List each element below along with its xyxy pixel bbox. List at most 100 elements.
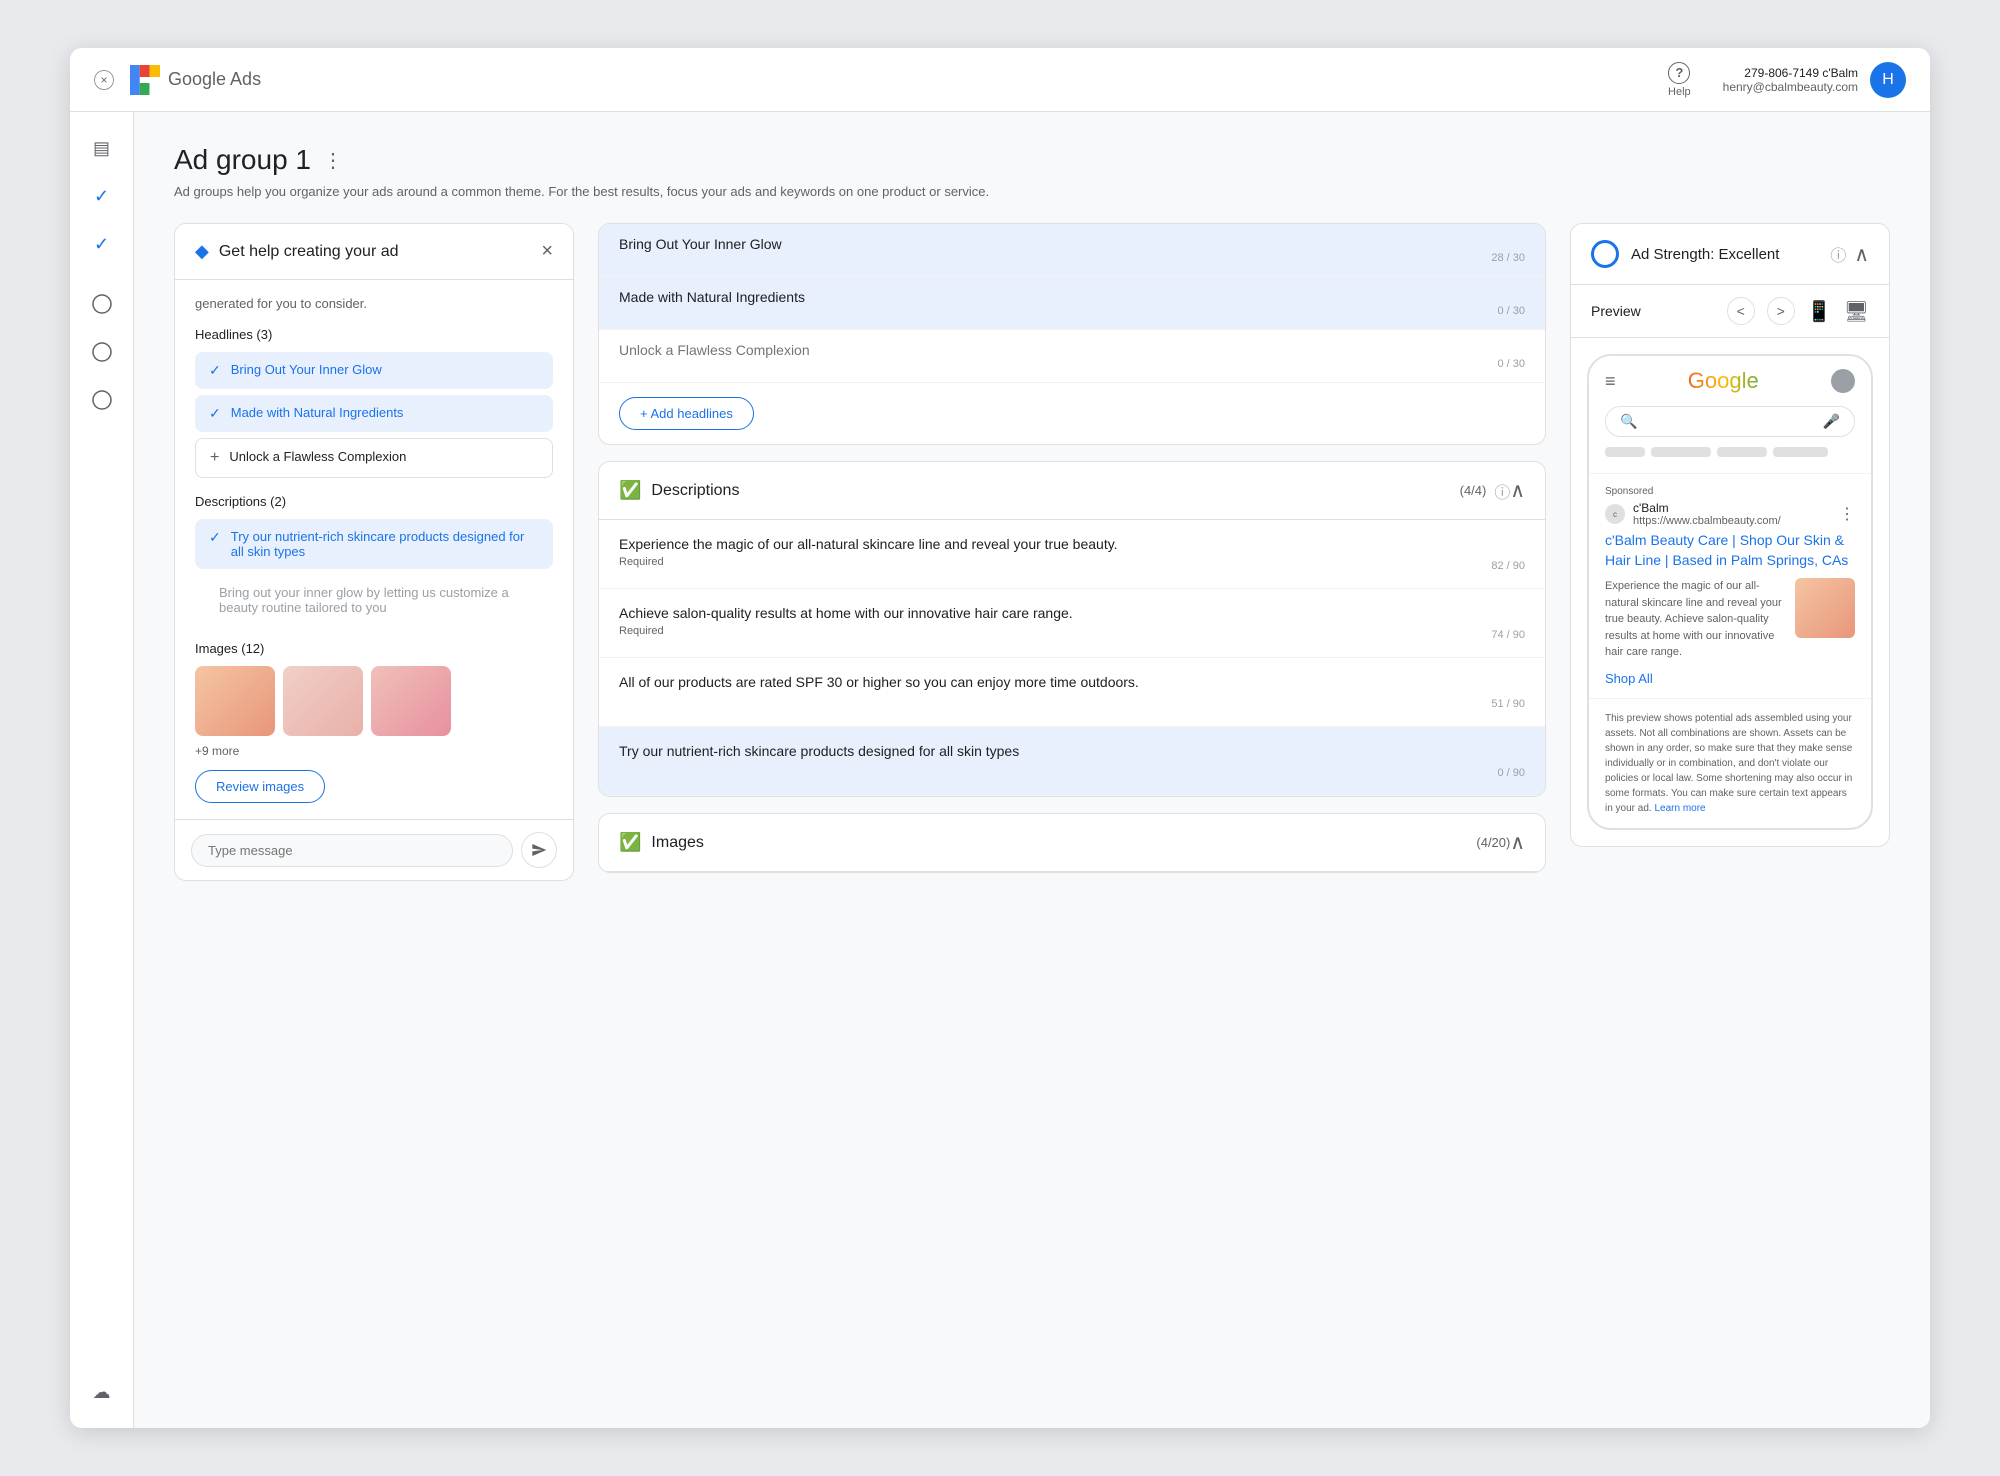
mobile-device-icon[interactable]: 📱 [1807, 299, 1832, 324]
images-badge: (4/20) [1476, 835, 1510, 850]
images-label: Images (12) [195, 641, 553, 656]
sidebar-icon-circle2[interactable] [82, 332, 122, 372]
prev-nav-button[interactable]: < [1727, 297, 1755, 325]
sidebar-icon-image[interactable]: ▤ [82, 128, 122, 168]
descriptions-header[interactable]: ✅ Descriptions (4/4) ⓘ ∧ [599, 462, 1545, 520]
headline-item-2[interactable]: ✓ Made with Natural Ingredients [195, 395, 553, 432]
images-chevron[interactable]: ∧ [1510, 830, 1525, 855]
headline-input-1[interactable] [619, 236, 1525, 252]
desc-field-3: 51 / 90 [599, 658, 1545, 727]
help-button[interactable]: ? Help [1668, 62, 1691, 98]
content-area: Ad group 1 ⋮ Ad groups help you organize… [134, 112, 1930, 1428]
headline-text-1: Bring Out Your Inner Glow [231, 362, 382, 377]
ai-panel-close[interactable]: × [541, 240, 553, 263]
preview-label: Preview [1591, 303, 1715, 319]
desc-check-1: ✓ [209, 529, 221, 546]
headline-count-3: 0 / 30 [619, 358, 1525, 370]
desc-item-1[interactable]: ✓ Try our nutrient-rich skincare product… [195, 519, 553, 569]
descriptions-card: ✅ Descriptions (4/4) ⓘ ∧ Required 82 / 9… [598, 461, 1546, 797]
bar-2 [1651, 447, 1711, 457]
desc-count-1: 82 / 90 [1491, 560, 1525, 572]
app-logo: Google Ads [130, 65, 261, 95]
descriptions-section: Descriptions (2) ✓ Try our nutrient-rich… [195, 494, 553, 625]
ad-more-icon[interactable]: ⋮ [1839, 504, 1855, 524]
next-nav-button[interactable]: > [1767, 297, 1795, 325]
sidebar-icon-circle1[interactable] [82, 284, 122, 324]
shop-all-link[interactable]: Shop All [1605, 671, 1855, 686]
strength-help-icon[interactable]: ⓘ [1830, 242, 1846, 266]
image-thumb-2 [283, 666, 363, 736]
sidebar-icon-cloud[interactable]: ☁ [82, 1372, 122, 1412]
descriptions-chevron[interactable]: ∧ [1510, 478, 1525, 503]
image-thumb-1 [195, 666, 275, 736]
desc-item-2[interactable]: Bring out your inner glow by letting us … [195, 575, 553, 625]
descriptions-check-icon: ✅ [619, 480, 641, 501]
descriptions-section-label: Descriptions (2) [195, 494, 553, 509]
brand-logo: c [1605, 504, 1625, 524]
images-card: ✅ Images (4/20) ∧ [598, 813, 1546, 873]
headline-input-2[interactable] [619, 289, 1525, 305]
desktop-device-icon[interactable]: 🖥 [1844, 299, 1869, 324]
descriptions-badge: (4/4) [1460, 483, 1487, 498]
middle-panel: 28 / 30 0 / 30 0 / 30 + Add headlines [598, 223, 1546, 889]
desc-input-2[interactable] [619, 605, 1525, 621]
send-button[interactable] [521, 832, 557, 868]
sidebar: ▤ ✓ ✓ ☁ [70, 112, 134, 1428]
main-layout: ▤ ✓ ✓ ☁ Ad group 1 ⋮ Ad groups help you … [70, 112, 1930, 1428]
headline-field-1: 28 / 30 [599, 224, 1545, 277]
learn-more-link[interactable]: Learn more [1654, 803, 1705, 814]
headlines-section-label: Headlines (3) [195, 327, 553, 342]
preview-controls: Preview < > 📱 🖥 [1571, 285, 1889, 338]
desc-input-1[interactable] [619, 536, 1525, 552]
sidebar-icon-circle3[interactable] [82, 380, 122, 420]
headline-input-3[interactable] [619, 342, 1525, 358]
phone-mockup: ≡ Google 🔍 🎤 [1587, 354, 1873, 830]
bar-4 [1773, 447, 1828, 457]
ai-panel-body: generated for you to consider. Headlines… [175, 280, 573, 819]
ad-strength-label: Ad Strength: Excellent [1631, 246, 1830, 263]
mic-icon: 🎤 [1823, 413, 1840, 430]
desc-tag-2: Required [619, 625, 664, 641]
ad-card: Sponsored c c'Balm https://www.cbalmbeau… [1589, 474, 1871, 698]
ai-panel-header: ◆ Get help creating your ad × [175, 224, 573, 280]
sidebar-icon-check1[interactable]: ✓ [82, 176, 122, 216]
headline-text-2: Made with Natural Ingredients [231, 405, 404, 420]
two-col-layout: ◆ Get help creating your ad × generated … [174, 223, 1890, 889]
desc-input-4[interactable] [619, 743, 1525, 759]
brand-info: c'Balm https://www.cbalmbeauty.com/ [1633, 501, 1781, 527]
strength-collapse-icon[interactable]: ∧ [1854, 242, 1869, 267]
brand-url: https://www.cbalmbeauty.com/ [1633, 515, 1781, 527]
headline-count-1: 28 / 30 [619, 252, 1525, 264]
account-info: 279-806-7149 c'Balm henry@cbalmbeauty.co… [1723, 66, 1858, 94]
bar-1 [1605, 447, 1645, 457]
review-images-button[interactable]: Review images [195, 770, 325, 803]
sidebar-icon-check2[interactable]: ✓ [82, 224, 122, 264]
more-images-text: +9 more [195, 744, 553, 758]
placeholder-bars [1605, 447, 1855, 457]
descriptions-help-icon[interactable]: ⓘ [1494, 479, 1510, 503]
preview-card: Ad Strength: Excellent ⓘ ∧ Preview < > 📱… [1570, 223, 1890, 847]
headline-item-3[interactable]: + Unlock a Flawless Complexion [195, 438, 553, 478]
desc-count-3: 51 / 90 [1491, 698, 1525, 710]
images-header[interactable]: ✅ Images (4/20) ∧ [599, 814, 1545, 872]
desc-tag-1: Required [619, 556, 664, 572]
images-title: Images [651, 834, 1470, 852]
desc-text-2: Bring out your inner glow by letting us … [219, 585, 539, 615]
page-subtitle: Ad groups help you organize your ads aro… [174, 184, 1890, 199]
google-logo: Google [1624, 368, 1823, 394]
desc-field-2: Required 74 / 90 [599, 589, 1545, 658]
account-avatar[interactable]: H [1870, 62, 1906, 98]
ad-title: c'Balm Beauty Care | Shop Our Skin & Hai… [1605, 531, 1855, 570]
close-button[interactable]: × [94, 70, 114, 90]
add-headlines-button[interactable]: + Add headlines [619, 397, 754, 430]
generated-text: generated for you to consider. [195, 296, 553, 311]
chat-input[interactable] [191, 834, 513, 867]
topbar: × Google Ads ? Help 279-806-7149 c'Balm … [70, 48, 1930, 112]
more-options-icon[interactable]: ⋮ [323, 148, 343, 173]
ai-sparkle-icon: ◆ [195, 241, 209, 262]
add-plus-icon: + [210, 449, 219, 467]
headline-item-1[interactable]: ✓ Bring Out Your Inner Glow [195, 352, 553, 389]
desc-input-3[interactable] [619, 674, 1525, 690]
headlines-card: 28 / 30 0 / 30 0 / 30 + Add headlines [598, 223, 1546, 445]
ad-image [1795, 578, 1855, 638]
